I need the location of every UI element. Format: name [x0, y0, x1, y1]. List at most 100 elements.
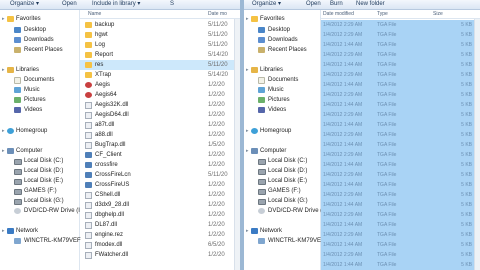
open-button[interactable]: Open [306, 0, 321, 9]
file-size: 5 KB [461, 262, 472, 268]
nav-label: Local Disk (G:) [268, 198, 308, 204]
file-row[interactable]: Log 5/11/20 [80, 40, 240, 50]
column-header: Date modified Type Size [321, 10, 480, 19]
organize-button[interactable]: Organize ▾ [10, 0, 39, 9]
file-row[interactable]: hgwt 5/11/20 [80, 30, 240, 40]
aegis-app-icon [85, 92, 92, 98]
column-date-header[interactable]: Date modified [323, 10, 354, 18]
include-in-library-button[interactable]: Include in library ▾ [92, 0, 140, 9]
column-date-header[interactable]: Date mo [208, 10, 227, 18]
nav-label: Homegroup [260, 128, 292, 134]
file-row[interactable]: AegisD64.dll 1/2/20 [80, 110, 240, 120]
dvd-drive-icon [14, 208, 21, 214]
file-size: 5 KB [461, 52, 472, 58]
file-date: 1/2/20 [208, 152, 225, 158]
nav-label: Libraries [16, 67, 40, 73]
file-size: 5 KB [461, 202, 472, 208]
selected-file-row[interactable]: 1/4/2012 1:44 AM TGA File 5 KB [321, 260, 480, 270]
open-button[interactable]: Open [62, 0, 77, 9]
file-size: 5 KB [461, 192, 472, 198]
file-row[interactable]: BugTrap.dll 1/5/20 [80, 140, 240, 150]
nav-label: Local Disk (E:) [268, 178, 308, 184]
drive-icon [258, 169, 266, 175]
file-row[interactable]: d3dx9_28.dll 1/2/20 [80, 200, 240, 210]
file-date: 1/2/20 [208, 192, 225, 198]
file-type: TGA File [377, 52, 397, 58]
file-row[interactable]: CShell.dll 1/2/20 [80, 190, 240, 200]
file-row[interactable]: dbghelp.dll 1/2/20 [80, 210, 240, 220]
file-size: 5 KB [461, 142, 472, 148]
libraries-icon [251, 67, 258, 73]
file-row[interactable]: CrossFireUS 1/2/20 [80, 180, 240, 190]
collapse-arrow-icon[interactable]: ▸ [246, 146, 249, 156]
file-row[interactable]: a87t.dll 1/2/20 [80, 120, 240, 130]
file-date: 5/14/20 [208, 72, 229, 78]
file-type: TGA File [377, 262, 397, 268]
folder-icon [85, 72, 92, 78]
nav-label: GAMES (F:) [268, 188, 301, 194]
file-row[interactable]: DL87.dll 1/2/20 [80, 220, 240, 230]
file-date: 1/4/2012 2:29 AM [323, 172, 363, 178]
collapse-arrow-icon[interactable]: ▸ [2, 126, 5, 136]
new-folder-button[interactable]: New folder [356, 0, 385, 9]
file-date: 1/4/2012 1:44 AM [323, 222, 363, 228]
file-row[interactable]: Aegis64 1/2/20 [80, 90, 240, 100]
file-name: XTrap [95, 72, 112, 78]
collapse-arrow-icon[interactable]: ▸ [2, 226, 5, 236]
nav-label: Local Disk (E:) [24, 178, 64, 184]
column-size-header[interactable]: Size [433, 10, 443, 18]
drive-icon [258, 179, 266, 185]
nav-label: Computer [260, 148, 287, 154]
file-row[interactable]: engine.rez 1/2/20 [80, 230, 240, 240]
collapse-arrow-icon[interactable]: ▸ [246, 14, 249, 24]
recent-places-icon [14, 47, 21, 53]
collapse-arrow-icon[interactable]: ▸ [2, 14, 5, 24]
file-row[interactable]: backup 5/11/20 [80, 20, 240, 30]
file-date: 1/2/20 [208, 202, 225, 208]
file-size: 5 KB [461, 132, 472, 138]
file-name: CrossFireUS [95, 182, 130, 188]
file-row[interactable]: FWatcher.dll 1/2/20 [80, 250, 240, 260]
collapse-arrow-icon[interactable]: ▸ [246, 226, 249, 236]
nav-label: DVD/CD-RW Drive (I [24, 208, 80, 214]
file-row[interactable]: Aegis 1/2/20 [80, 80, 240, 90]
share-button[interactable]: S [170, 0, 174, 9]
column-type-header[interactable]: Type [377, 10, 388, 18]
file-size: 5 KB [461, 252, 472, 258]
nav-label: Music [268, 87, 284, 93]
burn-button[interactable]: Burn [330, 0, 343, 9]
collapse-arrow-icon[interactable]: ▸ [2, 65, 5, 75]
file-type: TGA File [377, 152, 397, 158]
file-date: 1/2/20 [208, 182, 225, 188]
folder-icon [85, 32, 92, 38]
collapse-arrow-icon[interactable]: ▸ [2, 146, 5, 156]
file-name: BugTrap.dll [95, 142, 126, 148]
file-row[interactable]: Report 5/14/20 [80, 50, 240, 60]
file-date: 1/5/20 [208, 142, 225, 148]
file-row[interactable]: crossfire 1/2/20 [80, 160, 240, 170]
file-size: 5 KB [461, 92, 472, 98]
file-type: TGA File [377, 82, 397, 88]
column-name-header[interactable]: Name [88, 10, 101, 18]
vertical-scrollbar[interactable] [474, 19, 480, 270]
file-row[interactable]: CrossFireLcn 5/11/20 [80, 170, 240, 180]
file-name: a88.dll [95, 132, 113, 138]
file-row[interactable]: a88.dll 1/2/20 [80, 130, 240, 140]
file-row[interactable]: Aegis32K.dll 1/2/20 [80, 100, 240, 110]
collapse-arrow-icon[interactable]: ▸ [246, 65, 249, 75]
aegis-app-icon [85, 82, 92, 88]
file-type: TGA File [377, 22, 397, 28]
collapse-arrow-icon[interactable]: ▸ [246, 126, 249, 136]
file-date: 5/11/20 [208, 42, 228, 48]
file-date: 5/11/20 [208, 172, 228, 178]
file-date: 1/4/2012 2:29 AM [323, 152, 363, 158]
organize-button[interactable]: Organize ▾ [252, 0, 281, 9]
file-name: FWatcher.dll [95, 252, 129, 258]
file-row[interactable]: res 5/11/20 [80, 60, 240, 70]
file-name: crossfire [95, 162, 118, 168]
file-row[interactable]: fmodex.dll 6/5/20 [80, 240, 240, 250]
nav-label: Pictures [24, 97, 46, 103]
file-row[interactable]: XTrap 5/14/20 [80, 70, 240, 80]
folder-icon [85, 62, 92, 68]
file-row[interactable]: CF_Client 1/2/20 [80, 150, 240, 160]
